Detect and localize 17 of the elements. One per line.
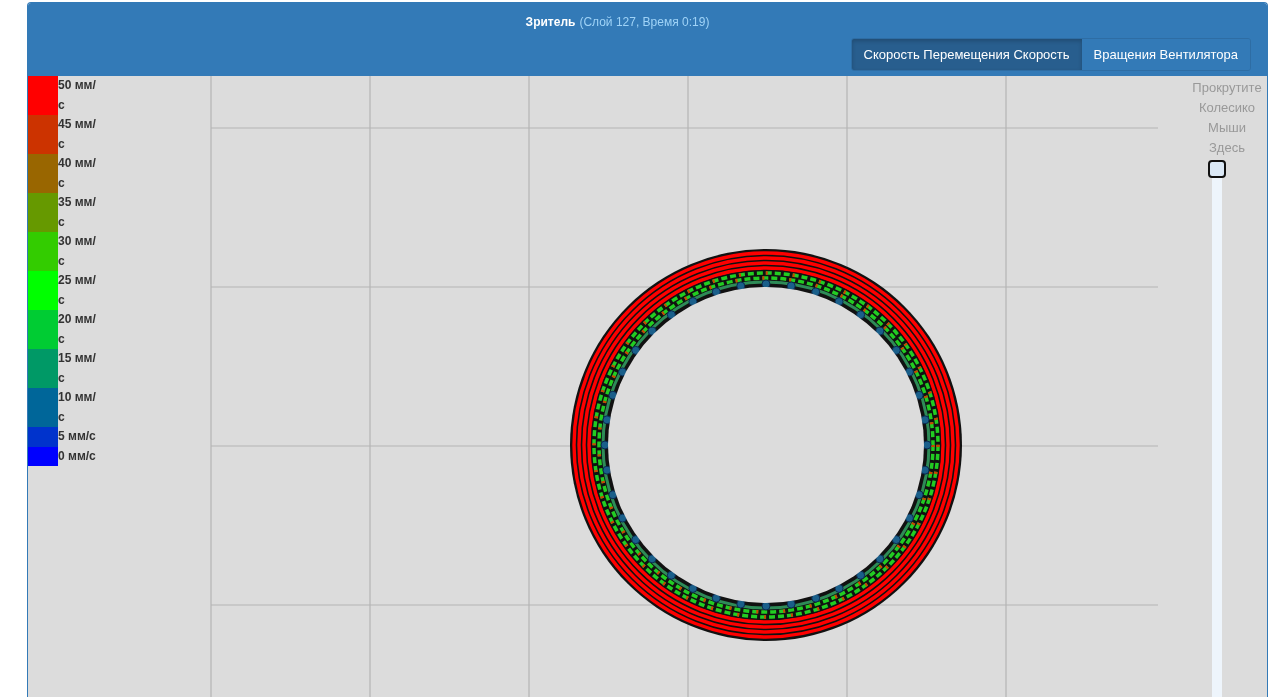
view-mode-tab[interactable]: Скорость Перемещения Скорость (851, 39, 1082, 70)
layer-slider-thumb[interactable] (1208, 160, 1226, 178)
legend-label: 40 мм/с (58, 155, 97, 192)
legend-label: 20 мм/с (58, 311, 97, 348)
legend-label: 10 мм/с (58, 389, 97, 426)
legend-label: 25 мм/с (58, 272, 97, 309)
legend-label: 35 мм/с (58, 194, 97, 231)
legend-label: 5 мм/с (58, 428, 97, 445)
legend-label: 30 мм/с (58, 233, 97, 270)
legend-label: 0 мм/с (58, 447, 97, 465)
legend-label: 50 мм/с (58, 77, 97, 114)
slider-track[interactable] (1212, 178, 1222, 697)
viewer-title: Зритель (525, 15, 576, 29)
legend-label: 45 мм/с (58, 116, 97, 153)
legend-label: 15 мм/с (58, 350, 97, 387)
scroll-hint: Прокрутите Колесико Мыши Здесь (1191, 79, 1263, 157)
layer-info: (Слой 127, Время 0:19) (579, 15, 710, 29)
